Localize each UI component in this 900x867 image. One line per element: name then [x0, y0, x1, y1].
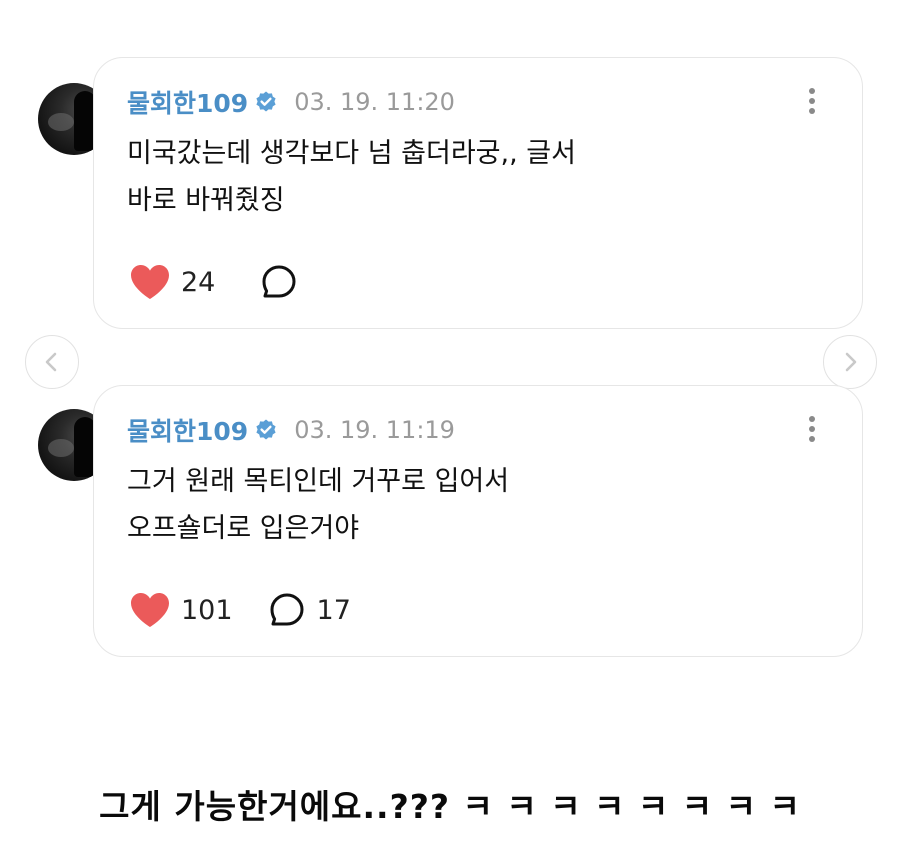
like-count: 24 [181, 266, 216, 298]
next-button[interactable] [823, 335, 877, 389]
comment-text-line: 그거 원래 목티인데 거꾸로 입어서 [127, 466, 510, 497]
comment-text: 그거 원래 목티인데 거꾸로 입어서 오프숄더로 입은거야 [127, 458, 509, 552]
comment-text-line: 미국갔는데 생각보다 넘 춥더라궁,, 글서 [127, 138, 576, 169]
like-count: 101 [181, 594, 233, 626]
comment-actions: 24 [129, 260, 309, 304]
comment-card: 물회한109 03. 19. 11:20 미국갔는데 생각보다 넘 춥더라궁,,… [93, 57, 863, 329]
username[interactable]: 물회한109 [127, 412, 248, 448]
verified-badge-icon [256, 419, 276, 440]
verified-badge-icon [256, 91, 276, 112]
avatar-photo-highlight [48, 439, 74, 457]
comment-bubble-icon[interactable] [261, 264, 297, 300]
avatar-photo-highlight [48, 113, 74, 131]
chevron-left-icon [45, 352, 57, 372]
comment-header: 물회한109 03. 19. 11:19 [127, 414, 455, 446]
username[interactable]: 물회한109 [127, 84, 248, 120]
more-vertical-icon[interactable] [808, 416, 816, 444]
comment-text-line: 바로 바꿔줬징 [127, 185, 285, 216]
comment-header: 물회한109 03. 19. 11:20 [127, 86, 455, 118]
comment-actions: 101 17 [129, 588, 351, 632]
more-vertical-icon[interactable] [808, 88, 816, 116]
caption-text: 그게 가능한거에요..??? ㅋ ㅋ ㅋ ㅋ ㅋ ㅋ ㅋ ㅋ [99, 787, 801, 826]
chevron-right-icon [845, 352, 857, 372]
comment-timestamp: 03. 19. 11:20 [294, 88, 455, 116]
heart-icon[interactable] [129, 591, 171, 629]
comment-text: 미국갔는데 생각보다 넘 춥더라궁,, 글서 바로 바꿔줬징 [127, 130, 576, 224]
comment-bubble-icon[interactable] [269, 592, 305, 628]
heart-icon[interactable] [129, 263, 171, 301]
comment-timestamp: 03. 19. 11:19 [294, 416, 455, 444]
prev-button[interactable] [25, 335, 79, 389]
comment-text-line: 오프숄더로 입은거야 [127, 513, 360, 544]
reply-count: 17 [316, 594, 351, 626]
comment-card: 물회한109 03. 19. 11:19 그거 원래 목티인데 거꾸로 입어서 … [93, 385, 863, 657]
